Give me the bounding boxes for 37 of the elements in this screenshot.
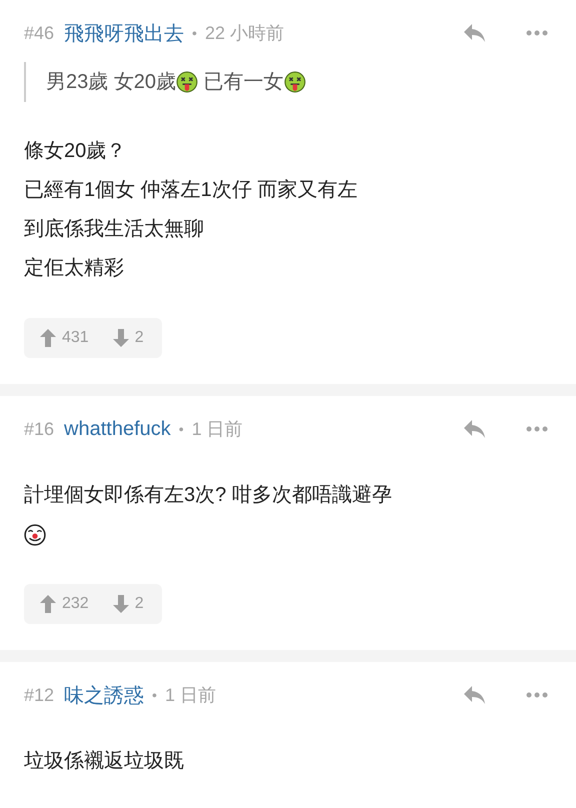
comment-text: 定佢太精彩 xyxy=(24,256,124,281)
sick-face-icon xyxy=(284,71,306,93)
post-number: #46 xyxy=(24,22,54,44)
author-link[interactable]: 飛飛呀飛出去 xyxy=(64,20,184,46)
downvote-button[interactable]: 2 xyxy=(112,329,144,347)
comment-text: 條女20歲？ xyxy=(24,139,126,164)
separator-dot: • xyxy=(152,687,157,703)
post-time: 22 小時前 xyxy=(204,22,284,45)
comment-text: 已經有1個女 仲落左1次仔 而家又有左 xyxy=(24,178,358,203)
author-link[interactable]: 味之誘惑 xyxy=(64,682,144,708)
upvote-button[interactable]: 431 xyxy=(40,329,89,347)
sick-face-icon xyxy=(176,71,198,93)
reply-icon xyxy=(463,23,487,43)
post-number: #16 xyxy=(24,418,54,440)
down-arrow-icon xyxy=(112,595,129,613)
comment-text: 男23歲 女20歲 xyxy=(46,70,176,95)
comment-text: 垃圾係襯返垃圾既 xyxy=(24,749,184,774)
separator-dot: • xyxy=(192,25,197,41)
more-icon xyxy=(526,426,548,432)
clown-face-icon xyxy=(24,524,46,546)
post-number: #12 xyxy=(24,684,54,706)
author-link[interactable]: whatthefuck xyxy=(64,418,171,440)
post-time: 1 日前 xyxy=(192,418,243,441)
reply-icon xyxy=(463,419,487,439)
comment-text: 計埋個女即係有左3次? 咁多次都唔識避孕 xyxy=(24,483,392,508)
up-arrow-icon xyxy=(40,329,56,347)
comment-text: 到底係我生活太無聊 xyxy=(24,217,204,242)
post-time: 1 日前 xyxy=(164,684,216,707)
upvote-button[interactable]: 232 xyxy=(40,595,89,613)
separator-dot: • xyxy=(178,421,184,437)
down-arrow-icon xyxy=(112,329,129,347)
downvote-button[interactable]: 2 xyxy=(112,595,144,613)
reply-icon xyxy=(463,685,487,705)
up-arrow-icon xyxy=(40,595,56,613)
more-icon xyxy=(526,30,548,36)
comment-text: 已有一女 xyxy=(202,70,284,95)
more-icon xyxy=(526,692,548,698)
